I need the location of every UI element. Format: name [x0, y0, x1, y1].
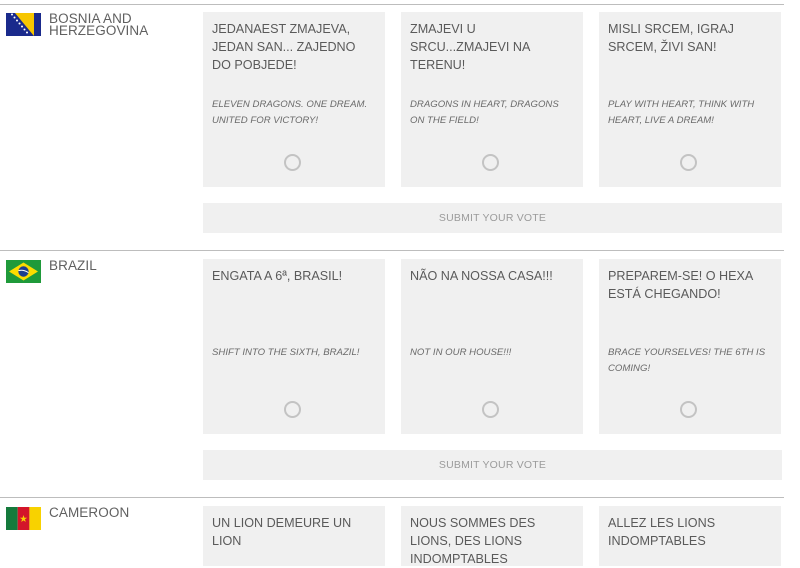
submit-vote-button[interactable]: SUBMIT YOUR VOTE — [203, 203, 782, 233]
country-name: BRAZIL — [49, 258, 97, 273]
vote-option-card[interactable]: NÃO NA NOSSA CASA!!! NOT IN OUR HOUSE!!! — [401, 259, 583, 434]
vote-option-card[interactable]: ZMAJEVI U SRCU...ZMAJEVI NA TERENU! DRAG… — [401, 12, 583, 187]
vote-radio[interactable] — [482, 401, 499, 418]
slogan-translation: DRAGONS IN HEART, DRAGONS ON THE FIELD! — [410, 99, 559, 126]
vote-option-card[interactable]: NOUS SOMMES DES LIONS, DES LIONS INDOMPT… — [401, 506, 583, 566]
vote-radio[interactable] — [284, 401, 301, 418]
country-name: CAMEROON — [49, 505, 130, 520]
section-divider — [0, 497, 784, 498]
slogan-text: JEDANAEST ZMAJEVA, JEDAN SAN... ZAJEDNO … — [212, 22, 356, 72]
slogan-translation: ELEVEN DRAGONS. ONE DREAM. UNITED FOR VI… — [212, 99, 368, 126]
vote-radio[interactable] — [680, 401, 697, 418]
vote-option-card[interactable]: PREPAREM-SE! O HEXA ESTÁ CHEGANDO! BRACE… — [599, 259, 781, 434]
slogan-translation: NOT IN OUR HOUSE!!! — [410, 347, 512, 358]
slogan-text: NOUS SOMMES DES LIONS, DES LIONS INDOMPT… — [410, 516, 536, 566]
vote-radio[interactable] — [482, 154, 499, 171]
bosnia-flag-icon — [6, 13, 41, 36]
vote-option-card[interactable]: ALLEZ LES LIONS INDOMPTABLES — [599, 506, 781, 566]
country-header-cameroon: CAMEROON — [6, 505, 189, 530]
slogan-text: PREPAREM-SE! O HEXA ESTÁ CHEGANDO! — [608, 269, 753, 301]
slogan-translation: PLAY WITH HEART, THINK WITH HEART, LIVE … — [608, 99, 755, 126]
slogan-text: MISLI SRCEM, IGRAJ SRCEM, ŽIVI SAN! — [608, 22, 734, 54]
slogan-translation: SHIFT INTO THE SIXTH, BRAZIL! — [212, 347, 360, 358]
slogan-text: ENGATA A 6ª, BRASIL! — [212, 269, 343, 283]
country-name: BOSNIA AND HERZEGOVINA — [49, 11, 149, 38]
vote-radio[interactable] — [284, 154, 301, 171]
slogan-text: UN LION DEMEURE UN LION — [212, 516, 352, 548]
slogan-text: ZMAJEVI U SRCU...ZMAJEVI NA TERENU! — [410, 22, 530, 72]
slogan-translation: BRACE YOURSELVES! THE 6TH IS COMING! — [608, 347, 766, 374]
country-header-bosnia: BOSNIA AND HERZEGOVINA — [6, 11, 189, 38]
vote-option-card[interactable]: MISLI SRCEM, IGRAJ SRCEM, ŽIVI SAN! PLAY… — [599, 12, 781, 187]
slogan-text: ALLEZ LES LIONS INDOMPTABLES — [608, 516, 716, 548]
brazil-flag-icon — [6, 260, 41, 283]
slogan-text: NÃO NA NOSSA CASA!!! — [410, 269, 553, 283]
submit-vote-button[interactable]: SUBMIT YOUR VOTE — [203, 450, 782, 480]
section-divider — [0, 4, 784, 5]
vote-radio[interactable] — [680, 154, 697, 171]
cameroon-flag-icon — [6, 507, 41, 530]
vote-option-card[interactable]: ENGATA A 6ª, BRASIL! SHIFT INTO THE SIXT… — [203, 259, 385, 434]
section-divider — [0, 250, 784, 251]
vote-option-card[interactable]: JEDANAEST ZMAJEVA, JEDAN SAN... ZAJEDNO … — [203, 12, 385, 187]
vote-option-card[interactable]: UN LION DEMEURE UN LION — [203, 506, 385, 566]
country-header-brazil: BRAZIL — [6, 258, 189, 283]
